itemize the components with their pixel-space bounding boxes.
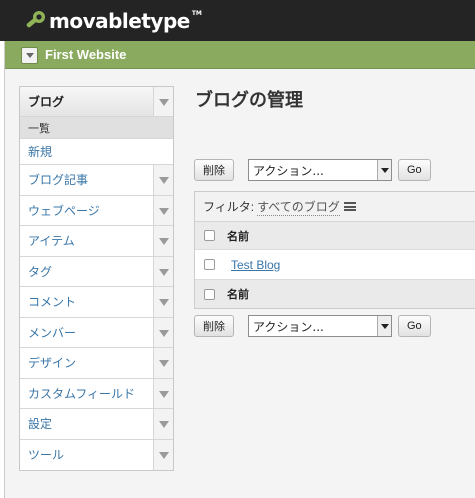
row-checkbox[interactable] — [204, 259, 215, 270]
go-button[interactable]: Go — [398, 159, 431, 181]
sidebar-item-members[interactable]: メンバー — [20, 317, 173, 348]
chevron-down-icon[interactable] — [153, 317, 173, 347]
action-select[interactable]: アクション... — [248, 159, 392, 181]
action-select-value: アクション... — [253, 163, 324, 178]
dropdown-arrow-icon — [377, 316, 391, 336]
sidebar-item-comments[interactable]: コメント — [20, 287, 173, 318]
filter-value[interactable]: すべてのブログ — [257, 198, 340, 216]
delete-button[interactable]: 削除 — [194, 315, 234, 337]
action-bar-bottom: 削除 アクション... Go — [194, 314, 431, 338]
sidebar-item-settings[interactable]: 設定 — [20, 409, 173, 440]
sidebar-item-design[interactable]: デザイン — [20, 348, 173, 379]
sidebar-item-label: ブログ記事 — [28, 173, 89, 188]
sidebar-subitem-new[interactable]: 新規 — [20, 139, 173, 165]
brand-name: movabletype — [49, 9, 190, 33]
sidebar-item-label: 設定 — [28, 417, 53, 432]
column-header-name[interactable]: 名前 — [227, 228, 249, 244]
filter-bar: フィルタ: すべてのブログ — [195, 192, 475, 222]
list-icon[interactable] — [343, 202, 356, 211]
sidebar-item-custom-fields[interactable]: カスタムフィールド — [20, 378, 173, 409]
chevron-down-icon[interactable] — [153, 409, 173, 439]
chevron-down-icon[interactable] — [153, 378, 173, 408]
sidebar-item-label: ツール — [28, 448, 65, 463]
movabletype-logo[interactable]: movabletype TM — [24, 9, 202, 33]
sidebar-item-label: アイテム — [28, 234, 75, 249]
filter-label: フィルタ: — [203, 200, 255, 214]
sidebar-subitem-list[interactable]: 一覧 — [20, 117, 173, 139]
dropdown-arrow-icon — [377, 160, 391, 180]
sidebar-item-label: カスタムフィールド — [28, 386, 136, 401]
wrench-logo-icon — [26, 11, 45, 28]
chevron-down-icon[interactable] — [153, 195, 173, 225]
column-header-name[interactable]: 名前 — [227, 286, 249, 302]
sidebar-item-pages[interactable]: ウェブページ — [20, 195, 173, 226]
sidebar-item-label: メンバー — [28, 325, 77, 340]
action-bar-top: 削除 アクション... Go — [194, 158, 431, 182]
sidebar-item-label: タグ — [28, 264, 53, 279]
sidebar-item-entries[interactable]: ブログ記事 — [20, 165, 173, 196]
sidebar-item-label: ウェブページ — [28, 203, 100, 218]
go-button[interactable]: Go — [398, 315, 431, 337]
delete-button[interactable]: 削除 — [194, 159, 234, 181]
chevron-down-icon[interactable] — [153, 256, 173, 286]
website-bar: First Website — [5, 41, 475, 69]
sidebar-menu: ブログ 一覧 新規 ブログ記事 ウェブページ アイテム タグ コメント メンバー… — [19, 86, 174, 471]
chevron-down-icon[interactable] — [153, 165, 173, 195]
chevron-down-icon[interactable] — [153, 226, 173, 256]
table-row: Test Blog — [195, 250, 475, 280]
page-title: ブログの管理 — [195, 90, 303, 110]
chevron-down-icon[interactable] — [153, 348, 173, 378]
website-name[interactable]: First Website — [45, 47, 126, 62]
sidebar-section-label: ブログ — [28, 95, 65, 109]
top-header: movabletype TM — [0, 0, 475, 41]
trademark: TM — [191, 9, 202, 17]
select-all-checkbox[interactable] — [204, 230, 215, 241]
table-footer: 名前 — [195, 280, 475, 308]
sidebar-section-blog[interactable]: ブログ — [20, 87, 173, 117]
site-switcher-button[interactable] — [21, 47, 38, 64]
sidebar-subitem-label: 新規 — [28, 145, 53, 159]
chevron-down-icon[interactable] — [153, 439, 173, 470]
blog-name-link[interactable]: Test Blog — [231, 258, 280, 272]
chevron-down-icon[interactable] — [153, 287, 173, 317]
chevron-down-icon[interactable] — [153, 87, 173, 116]
sidebar-subitem-label: 一覧 — [28, 122, 50, 135]
sidebar-item-assets[interactable]: アイテム — [20, 226, 173, 257]
sidebar-item-tags[interactable]: タグ — [20, 256, 173, 287]
blog-list-table: フィルタ: すべてのブログ 名前 Test Blog 名前 — [194, 191, 475, 309]
sidebar-item-tools[interactable]: ツール — [20, 439, 173, 470]
sidebar-item-label: コメント — [28, 295, 77, 310]
content-area: ブログ 一覧 新規 ブログ記事 ウェブページ アイテム タグ コメント メンバー… — [5, 70, 475, 498]
select-all-checkbox[interactable] — [204, 288, 215, 300]
action-select[interactable]: アクション... — [248, 315, 392, 337]
action-select-value: アクション... — [253, 319, 324, 334]
table-header: 名前 — [195, 222, 475, 250]
sidebar-item-label: デザイン — [28, 356, 77, 371]
